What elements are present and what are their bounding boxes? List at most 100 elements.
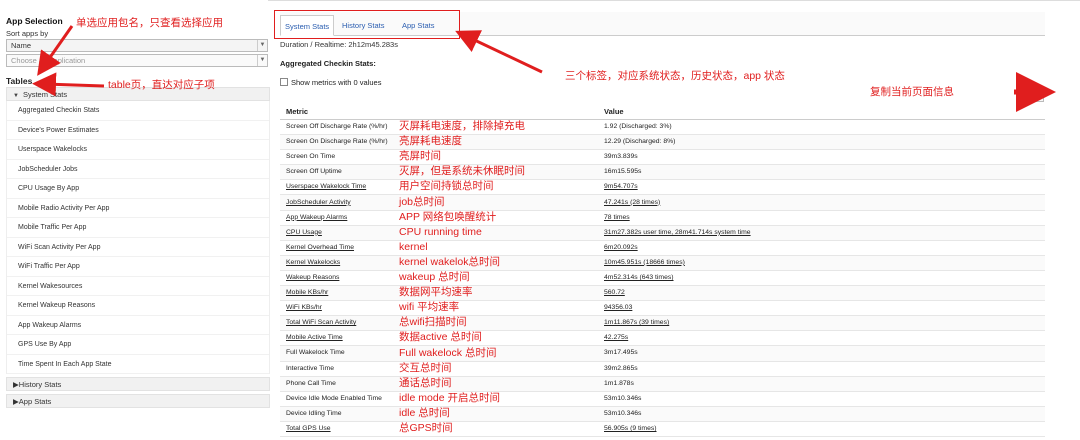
- sidebar-item[interactable]: GPS Use By App: [7, 335, 269, 355]
- metric-value[interactable]: 560.72: [604, 289, 625, 296]
- table-row: Phone Call Time 1m1.878s: [280, 376, 1045, 392]
- metric-name[interactable]: Wakeup Reasons: [286, 274, 339, 281]
- metric-value[interactable]: 1m11.867s (39 times): [604, 319, 669, 326]
- copy-button[interactable]: Copy: [1022, 90, 1044, 102]
- sidebar-item[interactable]: Device's Power Estimates: [7, 121, 269, 140]
- table-row: Screen Off Uptime 16m15.595s: [280, 164, 1045, 181]
- metric-value[interactable]: 47.241s (28 times): [604, 199, 660, 206]
- value-cell[interactable]: 31m27.382s user time, 28m41.714s system …: [598, 225, 1045, 241]
- metric-name[interactable]: Kernel Wakelocks: [286, 259, 340, 266]
- annotation-copy: 复制当前页面信息: [870, 86, 954, 98]
- sidebar-item[interactable]: JobScheduler Jobs: [7, 160, 269, 179]
- value-cell[interactable]: 4m52.314s (643 times): [598, 270, 1045, 287]
- metric-header: Metric: [280, 105, 598, 120]
- row-annotation: job总时间: [399, 195, 445, 208]
- value-cell[interactable]: 1m11.867s (39 times): [598, 315, 1045, 332]
- metric-name[interactable]: Total GPS Use: [286, 425, 331, 432]
- value-cell[interactable]: 94356.03: [598, 300, 1045, 317]
- metric-name[interactable]: Mobile Active Time: [286, 334, 343, 341]
- value-cell: 39m3.839s: [598, 149, 1045, 166]
- metric-value[interactable]: 94356.03: [604, 304, 632, 311]
- value-cell: 1m1.878s: [598, 376, 1045, 392]
- metric-value[interactable]: 6m20.092s: [604, 244, 638, 251]
- metric-value: 3m17.495s: [604, 349, 638, 357]
- value-cell: 53m10.346s: [598, 406, 1045, 422]
- table-row: WiFi KBs/hr 94356.03: [280, 300, 1045, 317]
- accordion-history-stats[interactable]: ▶History Stats: [6, 377, 270, 391]
- metric-name: Screen Off Discharge Rate (%/hr): [286, 123, 388, 131]
- value-cell[interactable]: 42.275s: [598, 330, 1045, 347]
- metric-name[interactable]: Total WiFi Scan Activity: [286, 319, 356, 326]
- row-annotation: 总GPS时间: [399, 422, 453, 434]
- row-annotation: idle mode 开启总时间: [399, 391, 500, 404]
- value-cell[interactable]: 6m20.092s: [598, 240, 1045, 256]
- table-row: CPU Usage 31m27.382s user time, 28m41.714…: [280, 225, 1045, 241]
- row-annotation: wakeup 总时间: [399, 271, 470, 283]
- sidebar-item[interactable]: Mobile Traffic Per App: [7, 218, 269, 238]
- duration-text: Duration / Realtime: 2h12m45.283s: [280, 40, 398, 49]
- sort-apps-select[interactable]: Name ▼: [6, 39, 268, 52]
- metric-name[interactable]: CPU Usage: [286, 229, 322, 236]
- sidebar: App Selection Sort apps by Name ▼ Choose…: [6, 14, 270, 408]
- row-annotation: Full wakelock 总时间: [399, 346, 497, 359]
- table-row: Userspace Wakelock Time 9m54.707s: [280, 179, 1045, 196]
- value-cell[interactable]: 47.241s (28 times): [598, 194, 1045, 211]
- metric-name[interactable]: App Wakeup Alarms: [286, 214, 347, 221]
- sidebar-item[interactable]: Kernel Wakeup Reasons: [7, 296, 269, 316]
- checkbox[interactable]: [280, 78, 288, 86]
- value-cell[interactable]: 560.72: [598, 285, 1045, 302]
- metric-name[interactable]: Userspace Wakelock Time: [286, 183, 366, 190]
- table-row: Screen On Discharge Rate (%/hr) 12.29 (Di…: [280, 134, 1045, 151]
- sidebar-item[interactable]: Mobile Radio Activity Per App: [7, 199, 269, 218]
- chevron-down-icon[interactable]: ▼: [257, 40, 267, 51]
- value-cell[interactable]: 78 times: [598, 210, 1045, 226]
- metric-name: Screen On Discharge Rate (%/hr): [286, 138, 388, 146]
- metric-value[interactable]: 10m45.951s (18666 times): [604, 259, 685, 266]
- metric-name[interactable]: Kernel Overhead Time: [286, 244, 354, 251]
- tabs-highlight-box: [274, 10, 460, 39]
- metric-name: Screen On Time: [286, 153, 336, 161]
- metric-name[interactable]: Mobile KBs/hr: [286, 289, 328, 296]
- row-annotation: kernel wakelok总时间: [399, 255, 500, 268]
- metric-value[interactable]: 9m54.707s: [604, 183, 638, 190]
- metric-value[interactable]: 78 times: [604, 214, 630, 221]
- app-chooser-input[interactable]: Choose an application ▼: [6, 54, 268, 67]
- metric-cell[interactable]: Kernel Overhead Time: [280, 240, 598, 256]
- metric-name: Full Wakelock Time: [286, 349, 345, 357]
- row-annotation: idle 总时间: [399, 406, 450, 419]
- row-annotation: 交互总时间: [399, 361, 452, 374]
- sidebar-item[interactable]: Userspace Wakelocks: [7, 140, 269, 160]
- sidebar-item[interactable]: WiFi Scan Activity Per App: [7, 238, 269, 257]
- row-annotation: 数据active 总时间: [399, 331, 482, 344]
- annotation-app-select: 单选应用包名，只查看选择应用: [76, 17, 223, 29]
- row-annotation: 灭屏，但是系统未休眠时间: [399, 165, 525, 178]
- sidebar-item[interactable]: CPU Usage By App: [7, 179, 269, 199]
- chevron-down-icon[interactable]: ▼: [257, 55, 267, 66]
- metric-value[interactable]: 4m52.314s (643 times): [604, 274, 674, 281]
- sidebar-item[interactable]: Kernel Wakesources: [7, 277, 269, 296]
- metric-value[interactable]: 56.905s (9 times): [604, 425, 657, 432]
- value-cell: 1.92 (Discharged: 3%): [598, 119, 1045, 136]
- table-row: Kernel Overhead Time 6m20.092s: [280, 240, 1045, 256]
- metric-name[interactable]: JobScheduler Activity: [286, 199, 351, 206]
- metric-value[interactable]: 31m27.382s user time, 28m41.714s system …: [604, 229, 751, 236]
- accordion-label: App Stats: [18, 397, 52, 406]
- value-cell: 39m2.865s: [598, 361, 1045, 377]
- aggregated-title: Aggregated Checkin Stats:: [280, 59, 376, 68]
- row-annotation: 亮屏时间: [399, 150, 441, 163]
- accordion-app-stats[interactable]: ▶App Stats: [6, 394, 270, 408]
- row-annotation: wifi 平均速率: [399, 301, 460, 314]
- sidebar-item[interactable]: Time Spent In Each App State: [7, 355, 269, 374]
- sort-apps-value: Name: [11, 41, 32, 50]
- metric-value[interactable]: 42.275s: [604, 334, 628, 341]
- value-cell[interactable]: 9m54.707s: [598, 179, 1045, 196]
- value-cell: 53m10.346s: [598, 391, 1045, 407]
- value-cell[interactable]: 56.905s (9 times): [598, 421, 1045, 437]
- sidebar-item[interactable]: Aggregated Checkin Stats: [7, 101, 269, 121]
- metric-name[interactable]: WiFi KBs/hr: [286, 304, 322, 311]
- accordion-label: History Stats: [18, 380, 62, 389]
- value-cell[interactable]: 10m45.951s (18666 times): [598, 255, 1045, 271]
- sidebar-item[interactable]: App Wakeup Alarms: [7, 316, 269, 335]
- annotation-tables: table页，直达对应子项: [108, 79, 215, 91]
- sidebar-item[interactable]: WiFi Traffic Per App: [7, 257, 269, 277]
